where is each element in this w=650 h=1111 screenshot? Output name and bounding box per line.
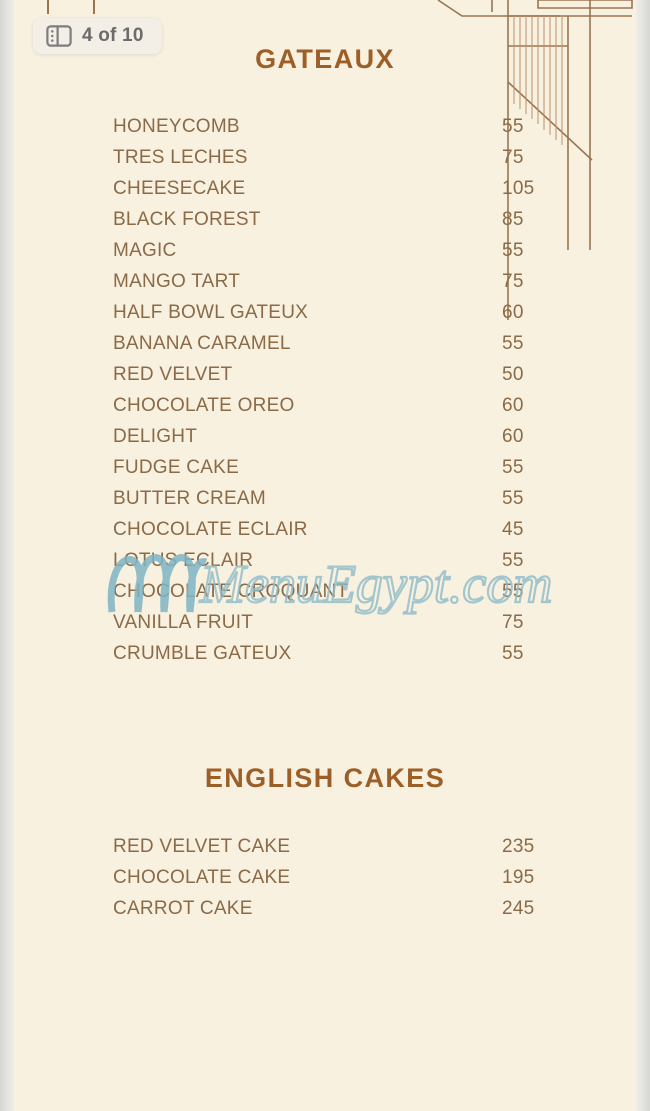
item-price: 105: [502, 178, 535, 199]
item-name: MANGO TART: [113, 271, 241, 292]
item-name: VANILLA FRUIT: [113, 612, 254, 633]
item-price: 245: [502, 898, 535, 919]
item-name: CARROT CAKE: [113, 898, 253, 919]
item-price: 50: [502, 364, 524, 385]
menu-item-row[interactable]: BLACK FOREST 85: [113, 209, 573, 240]
item-price: 60: [502, 395, 524, 416]
menu-item-row[interactable]: RED VELVET 50: [113, 364, 573, 395]
menu-item-row[interactable]: HONEYCOMB 55: [113, 116, 573, 147]
item-name: TRES LECHES: [113, 147, 248, 168]
item-name: CHOCOLATE ECLAIR: [113, 519, 308, 540]
item-name: CHOCOLATE CAKE: [113, 867, 291, 888]
top-tick-mark-2: [93, 0, 95, 14]
item-name: BANANA CARAMEL: [113, 333, 291, 354]
page-spread-icon: [46, 25, 72, 47]
item-name: CRUMBLE GATEUX: [113, 643, 292, 664]
item-name: LOTUS ECLAIR: [113, 550, 254, 571]
item-name: CHOCOLATE OREO: [113, 395, 295, 416]
item-price: 55: [502, 240, 524, 261]
menu-item-row[interactable]: FUDGE CAKE 55: [113, 457, 573, 488]
item-price: 85: [502, 209, 524, 230]
item-price: 55: [502, 333, 524, 354]
item-name: RED VELVET CAKE: [113, 836, 291, 857]
item-name: BUTTER CREAM: [113, 488, 266, 509]
page-indicator-label: 4 of 10: [82, 25, 144, 46]
menu-item-row[interactable]: CRUMBLE GATEUX 55: [113, 643, 573, 674]
top-tick-mark-1: [47, 0, 49, 14]
item-name: RED VELVET: [113, 364, 233, 385]
item-name: DELIGHT: [113, 426, 198, 447]
item-name: HALF BOWL GATEUX: [113, 302, 309, 323]
menu-item-row[interactable]: CHOCOLATE CAKE 195: [113, 867, 573, 898]
menu-item-row[interactable]: MAGIC 55: [113, 240, 573, 271]
item-price: 45: [502, 519, 524, 540]
menu-item-row[interactable]: MANGO TART 75: [113, 271, 573, 302]
menu-list-english-cakes: RED VELVET CAKE 235 CHOCOLATE CAKE 195 CAR…: [113, 836, 573, 929]
item-name: CHEESECAKE: [113, 178, 246, 199]
menu-item-row[interactable]: LOTUS ECLAIR 55: [113, 550, 573, 581]
item-price: 60: [502, 426, 524, 447]
menu-item-row[interactable]: HALF BOWL GATEUX 60: [113, 302, 573, 333]
item-price: 55: [502, 116, 524, 137]
item-price: 55: [502, 550, 524, 571]
menu-item-row[interactable]: CHOCOLATE OREO 60: [113, 395, 573, 426]
item-price: 55: [502, 643, 524, 664]
menu-list-gateaux: HONEYCOMB 55 TRES LECHES 75 CHEESECAKE 105 …: [113, 116, 573, 674]
item-price: 75: [502, 612, 524, 633]
item-price: 55: [502, 457, 524, 478]
item-price: 75: [502, 271, 524, 292]
item-price: 55: [502, 488, 524, 509]
left-gutter: [0, 0, 14, 1111]
menu-item-row[interactable]: CARROT CAKE 245: [113, 898, 573, 929]
item-price: 55: [502, 581, 524, 602]
menu-item-row[interactable]: CHOCOLATE CROQUANT 55: [113, 581, 573, 612]
item-price: 235: [502, 836, 535, 857]
menu-page: 4 of 10 GATEAUX HONEYCOMB 55 TRES LECHES 7…: [0, 0, 650, 1111]
menu-item-row[interactable]: DELIGHT 60: [113, 426, 573, 457]
item-name: MAGIC: [113, 240, 177, 261]
item-price: 60: [502, 302, 524, 323]
item-price: 75: [502, 147, 524, 168]
menu-item-row[interactable]: CHEESECAKE 105: [113, 178, 573, 209]
menu-item-row[interactable]: BANANA CARAMEL 55: [113, 333, 573, 364]
page-indicator-badge[interactable]: 4 of 10: [33, 18, 162, 54]
item-name: HONEYCOMB: [113, 116, 240, 137]
menu-item-row[interactable]: CHOCOLATE ECLAIR 45: [113, 519, 573, 550]
section-title-english-cakes: ENGLISH CAKES: [204, 763, 446, 793]
menu-item-row[interactable]: TRES LECHES 75: [113, 147, 573, 178]
menu-item-row[interactable]: VANILLA FRUIT 75: [113, 612, 573, 643]
item-price: 195: [502, 867, 535, 888]
item-name: BLACK FOREST: [113, 209, 261, 230]
menu-item-row[interactable]: RED VELVET CAKE 235: [113, 836, 573, 867]
item-name: FUDGE CAKE: [113, 457, 240, 478]
item-name: CHOCOLATE CROQUANT: [113, 581, 349, 602]
menu-item-row[interactable]: BUTTER CREAM 55: [113, 488, 573, 519]
